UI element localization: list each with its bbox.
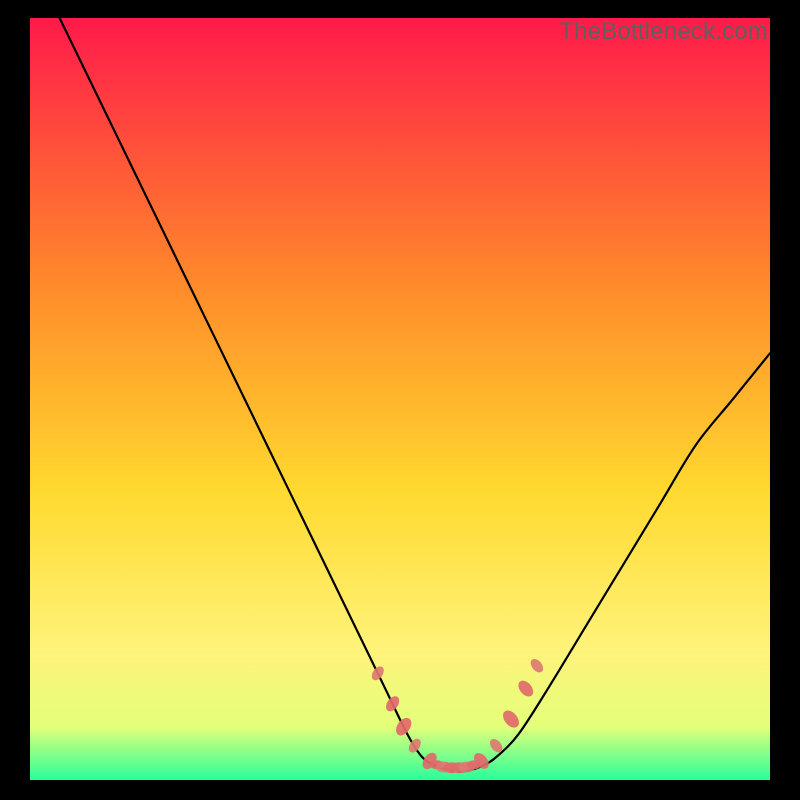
curve-group xyxy=(60,18,770,771)
data-marker xyxy=(515,678,536,699)
data-marker xyxy=(500,707,522,730)
data-marker xyxy=(383,694,401,714)
data-marker xyxy=(406,737,423,755)
bottleneck-curve xyxy=(60,18,770,771)
plot-area xyxy=(30,18,770,780)
watermark-text: TheBottleneck.com xyxy=(559,18,768,46)
outer-frame: TheBottleneck.com xyxy=(0,0,800,800)
marker-group xyxy=(369,657,545,774)
data-marker xyxy=(369,664,386,682)
data-marker xyxy=(528,657,545,675)
data-marker xyxy=(393,715,415,738)
chart-svg xyxy=(30,18,770,780)
